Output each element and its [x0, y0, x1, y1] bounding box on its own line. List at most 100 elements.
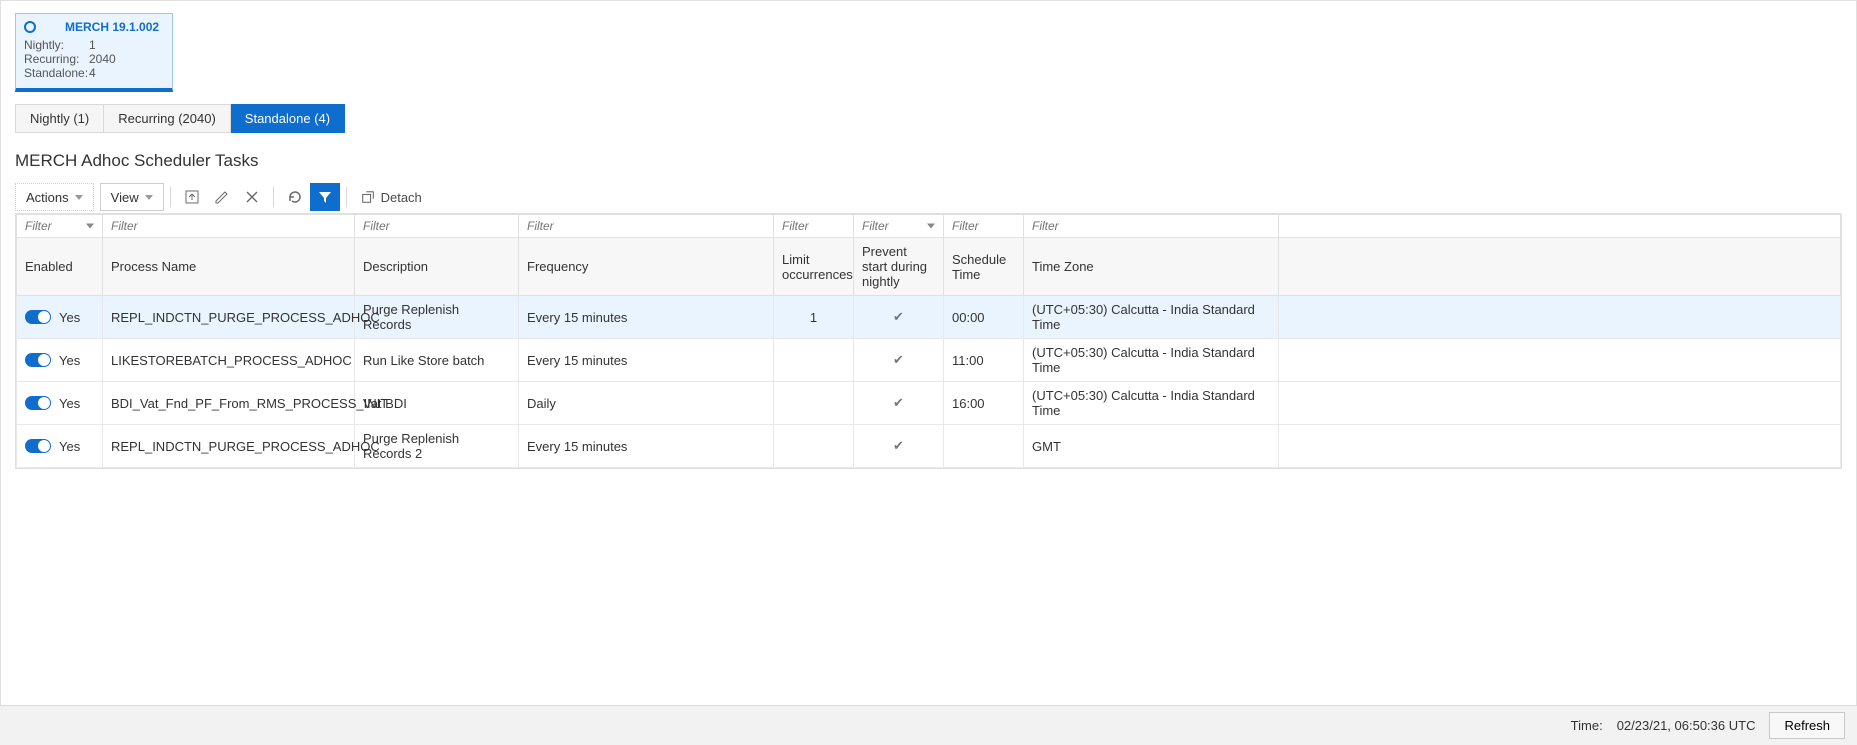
filter-prevent[interactable]	[860, 218, 937, 234]
view-menu-button[interactable]: View	[100, 183, 164, 211]
stat-recurring-value: 2040	[89, 52, 116, 66]
cell: Purge Replenish Records 2	[355, 425, 519, 468]
table-row[interactable]: Yes LIKESTOREBATCH_PROCESS_ADHOCRun Like …	[17, 339, 1841, 382]
cell: REPL_INDCTN_PURGE_PROCESS_ADHOC	[103, 296, 355, 339]
check-icon: ✔	[893, 309, 904, 324]
cell: Purge Replenish Records	[355, 296, 519, 339]
enabled-toggle[interactable]	[25, 439, 51, 453]
filter-row	[17, 215, 1841, 238]
check-icon: ✔	[893, 395, 904, 410]
detach-icon	[361, 190, 375, 204]
cell-timezone: GMT	[1024, 425, 1279, 468]
caret-down-icon	[75, 195, 83, 200]
check-icon: ✔	[893, 352, 904, 367]
detach-button[interactable]: Detach	[353, 183, 430, 211]
tab-standalone[interactable]: Standalone (4)	[231, 104, 345, 133]
stat-standalone-label: Standalone:	[24, 66, 89, 80]
table-row[interactable]: Yes REPL_INDCTN_PURGE_PROCESS_ADHOCPurge …	[17, 425, 1841, 468]
app-stats: Nightly: 1 Recurring: 2040 Standalone: 4	[24, 38, 164, 80]
cell-limit	[774, 425, 854, 468]
cell-limit: 1	[774, 296, 854, 339]
header-row: Enabled Process Name Description Frequen…	[17, 238, 1841, 296]
cell-prevent: ✔	[854, 382, 944, 425]
filter-schedule[interactable]	[950, 218, 1017, 234]
cell-prevent: ✔	[854, 296, 944, 339]
export-button[interactable]	[177, 183, 207, 211]
refresh-button[interactable]: Refresh	[1769, 712, 1845, 739]
col-schedule[interactable]: Schedule Time	[944, 238, 1024, 296]
filter-process[interactable]	[109, 218, 348, 234]
delete-button[interactable]	[237, 183, 267, 211]
cell-schedule	[944, 425, 1024, 468]
caret-down-icon	[145, 195, 153, 200]
cell: LIKESTOREBATCH_PROCESS_ADHOC	[103, 339, 355, 382]
col-enabled[interactable]: Enabled	[17, 238, 103, 296]
stat-recurring-label: Recurring:	[24, 52, 89, 66]
col-prevent[interactable]: Prevent start during nightly	[854, 238, 944, 296]
filter-frequency[interactable]	[525, 218, 767, 234]
cell: BDI_Vat_Fnd_PF_From_RMS_PROCESS_INIT	[103, 382, 355, 425]
status-footer: Time: 02/23/21, 06:50:36 UTC Refresh	[0, 705, 1857, 745]
cell-schedule: 16:00	[944, 382, 1024, 425]
col-process[interactable]: Process Name	[103, 238, 355, 296]
enabled-text: Yes	[59, 396, 80, 411]
cell: REPL_INDCTN_PURGE_PROCESS_ADHOC	[103, 425, 355, 468]
cell: Daily	[519, 382, 774, 425]
col-limit[interactable]: Limit occurrences	[774, 238, 854, 296]
actions-menu-button[interactable]: Actions	[15, 183, 94, 211]
cell-timezone: (UTC+05:30) Calcutta - India Standard Ti…	[1024, 296, 1279, 339]
enabled-text: Yes	[59, 310, 80, 325]
table-row[interactable]: Yes BDI_Vat_Fnd_PF_From_RMS_PROCESS_INITV…	[17, 382, 1841, 425]
footer-time-label: Time:	[1571, 718, 1603, 733]
filter-limit[interactable]	[780, 218, 847, 234]
footer-time-value: 02/23/21, 06:50:36 UTC	[1617, 718, 1756, 733]
cell-schedule: 11:00	[944, 339, 1024, 382]
table-row[interactable]: Yes REPL_INDCTN_PURGE_PROCESS_ADHOCPurge …	[17, 296, 1841, 339]
tab-recurring[interactable]: Recurring (2040)	[104, 104, 231, 133]
stat-nightly-label: Nightly:	[24, 38, 89, 52]
cell-limit	[774, 339, 854, 382]
app-title: MERCH 19.1.002	[65, 20, 159, 34]
enabled-toggle[interactable]	[25, 310, 51, 324]
tab-nightly[interactable]: Nightly (1)	[15, 104, 104, 133]
enabled-text: Yes	[59, 439, 80, 454]
col-frequency[interactable]: Frequency	[519, 238, 774, 296]
refresh-icon	[287, 189, 303, 205]
cell-schedule: 00:00	[944, 296, 1024, 339]
filter-timezone[interactable]	[1030, 218, 1272, 234]
cell-prevent: ✔	[854, 339, 944, 382]
tabs: Nightly (1) Recurring (2040) Standalone …	[15, 104, 1842, 133]
caret-down-icon[interactable]	[927, 224, 935, 229]
enabled-toggle[interactable]	[25, 353, 51, 367]
funnel-icon	[317, 189, 333, 205]
cell: Every 15 minutes	[519, 425, 774, 468]
refresh-table-button[interactable]	[280, 183, 310, 211]
tasks-table: Enabled Process Name Description Frequen…	[15, 213, 1842, 469]
cell: Run Like Store batch	[355, 339, 519, 382]
cell-limit	[774, 382, 854, 425]
stat-standalone-value: 4	[89, 66, 96, 80]
cell: Every 15 minutes	[519, 339, 774, 382]
pencil-icon	[214, 189, 230, 205]
col-description[interactable]: Description	[355, 238, 519, 296]
filter-toggle-button[interactable]	[310, 183, 340, 211]
x-icon	[244, 189, 260, 205]
enabled-text: Yes	[59, 353, 80, 368]
export-icon	[184, 189, 200, 205]
cell-timezone: (UTC+05:30) Calcutta - India Standard Ti…	[1024, 382, 1279, 425]
check-icon: ✔	[893, 438, 904, 453]
toolbar: Actions View Detach	[15, 183, 1842, 211]
stat-nightly-value: 1	[89, 38, 96, 52]
cell-timezone: (UTC+05:30) Calcutta - India Standard Ti…	[1024, 339, 1279, 382]
edit-button[interactable]	[207, 183, 237, 211]
col-timezone[interactable]: Time Zone	[1024, 238, 1279, 296]
caret-down-icon[interactable]	[86, 224, 94, 229]
cell: Vat BDI	[355, 382, 519, 425]
app-info-card[interactable]: MERCH 19.1.002 Nightly: 1 Recurring: 204…	[15, 13, 173, 92]
section-title: MERCH Adhoc Scheduler Tasks	[15, 151, 1842, 171]
cell: Every 15 minutes	[519, 296, 774, 339]
status-ring-icon	[24, 21, 36, 33]
filter-description[interactable]	[361, 218, 512, 234]
enabled-toggle[interactable]	[25, 396, 51, 410]
cell-prevent: ✔	[854, 425, 944, 468]
